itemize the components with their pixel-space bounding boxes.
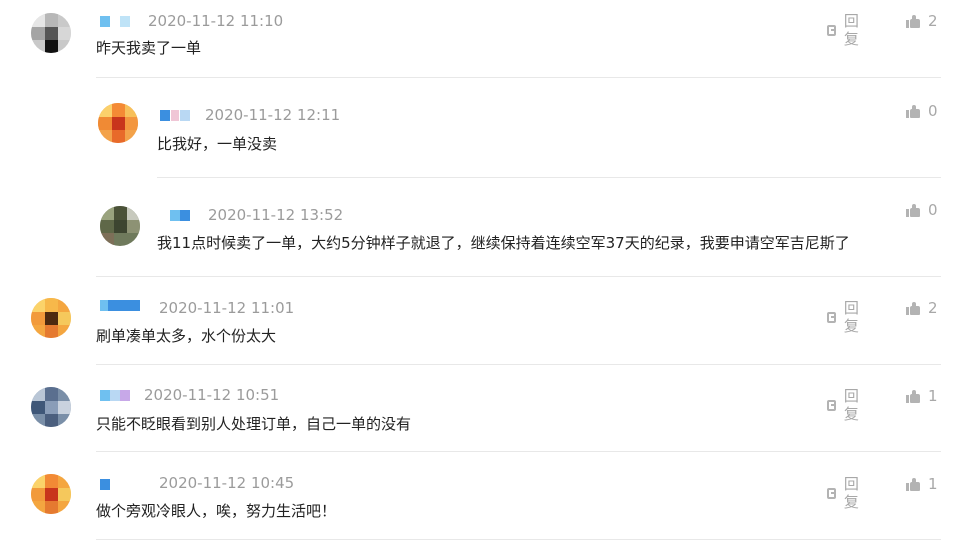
timestamp: 2020-11-12 10:51: [144, 386, 280, 404]
avatar[interactable]: [31, 474, 71, 514]
divider: [96, 364, 941, 365]
like-button[interactable]: 2: [906, 12, 938, 30]
divider: [96, 77, 941, 78]
comment-text: 昨天我卖了一单: [96, 39, 202, 57]
like-count: 1: [928, 475, 938, 493]
divider: [157, 177, 941, 178]
reply-button[interactable]: 回复: [827, 299, 862, 335]
avatar[interactable]: [31, 298, 71, 338]
like-count: 2: [928, 299, 938, 317]
timestamp: 2020-11-12 13:52: [208, 206, 344, 224]
like-count: 0: [928, 201, 938, 219]
reply-label: 回复: [843, 387, 859, 423]
divider: [96, 451, 941, 452]
timestamp: 2020-11-12 11:01: [159, 299, 295, 317]
like-count: 1: [928, 387, 938, 405]
comment-text: 比我好，一单没卖: [157, 135, 278, 153]
comment-text: 只能不眨眼看到别人处理订单，自己一单的没有: [96, 415, 412, 433]
timestamp: 2020-11-12 10:45: [159, 474, 295, 492]
reply-button[interactable]: 回复: [827, 475, 862, 511]
divider: [96, 276, 941, 277]
avatar[interactable]: [31, 387, 71, 427]
like-count: 2: [928, 12, 938, 30]
thumbs-up-icon: [906, 389, 920, 403]
like-button[interactable]: 1: [906, 475, 938, 493]
avatar[interactable]: [31, 13, 71, 53]
divider: [96, 539, 941, 540]
thumbs-up-icon: [906, 104, 920, 118]
reply-label: 回复: [843, 299, 859, 335]
reply-label: 回复: [843, 12, 859, 48]
reply-label: 回复: [843, 475, 859, 511]
thumbs-up-icon: [906, 477, 920, 491]
timestamp: 2020-11-12 12:11: [205, 106, 341, 124]
comment-text: 刷单凑单太多，水个份太大: [96, 327, 277, 345]
comment-icon: [827, 399, 836, 411]
like-count: 0: [928, 102, 938, 120]
thumbs-up-icon: [906, 203, 920, 217]
comment-icon: [827, 24, 836, 36]
like-button[interactable]: 0: [906, 102, 938, 120]
thumbs-up-icon: [906, 301, 920, 315]
reply-button[interactable]: 回复: [827, 12, 862, 48]
like-button[interactable]: 1: [906, 387, 938, 405]
comment-icon: [827, 487, 836, 499]
comment-text: 做个旁观冷眼人，唉，努力生活吧！: [96, 502, 337, 520]
timestamp: 2020-11-12 11:10: [148, 12, 284, 30]
avatar[interactable]: [100, 206, 140, 246]
thumbs-up-icon: [906, 14, 920, 28]
like-button[interactable]: 0: [906, 201, 938, 219]
reply-button[interactable]: 回复: [827, 387, 862, 423]
comment-icon: [827, 311, 836, 323]
comment-text: 我11点时候卖了一单，大约5分钟样子就退了，继续保持着连续空军37天的纪录，我要…: [157, 234, 850, 252]
avatar[interactable]: [98, 103, 138, 143]
like-button[interactable]: 2: [906, 299, 938, 317]
